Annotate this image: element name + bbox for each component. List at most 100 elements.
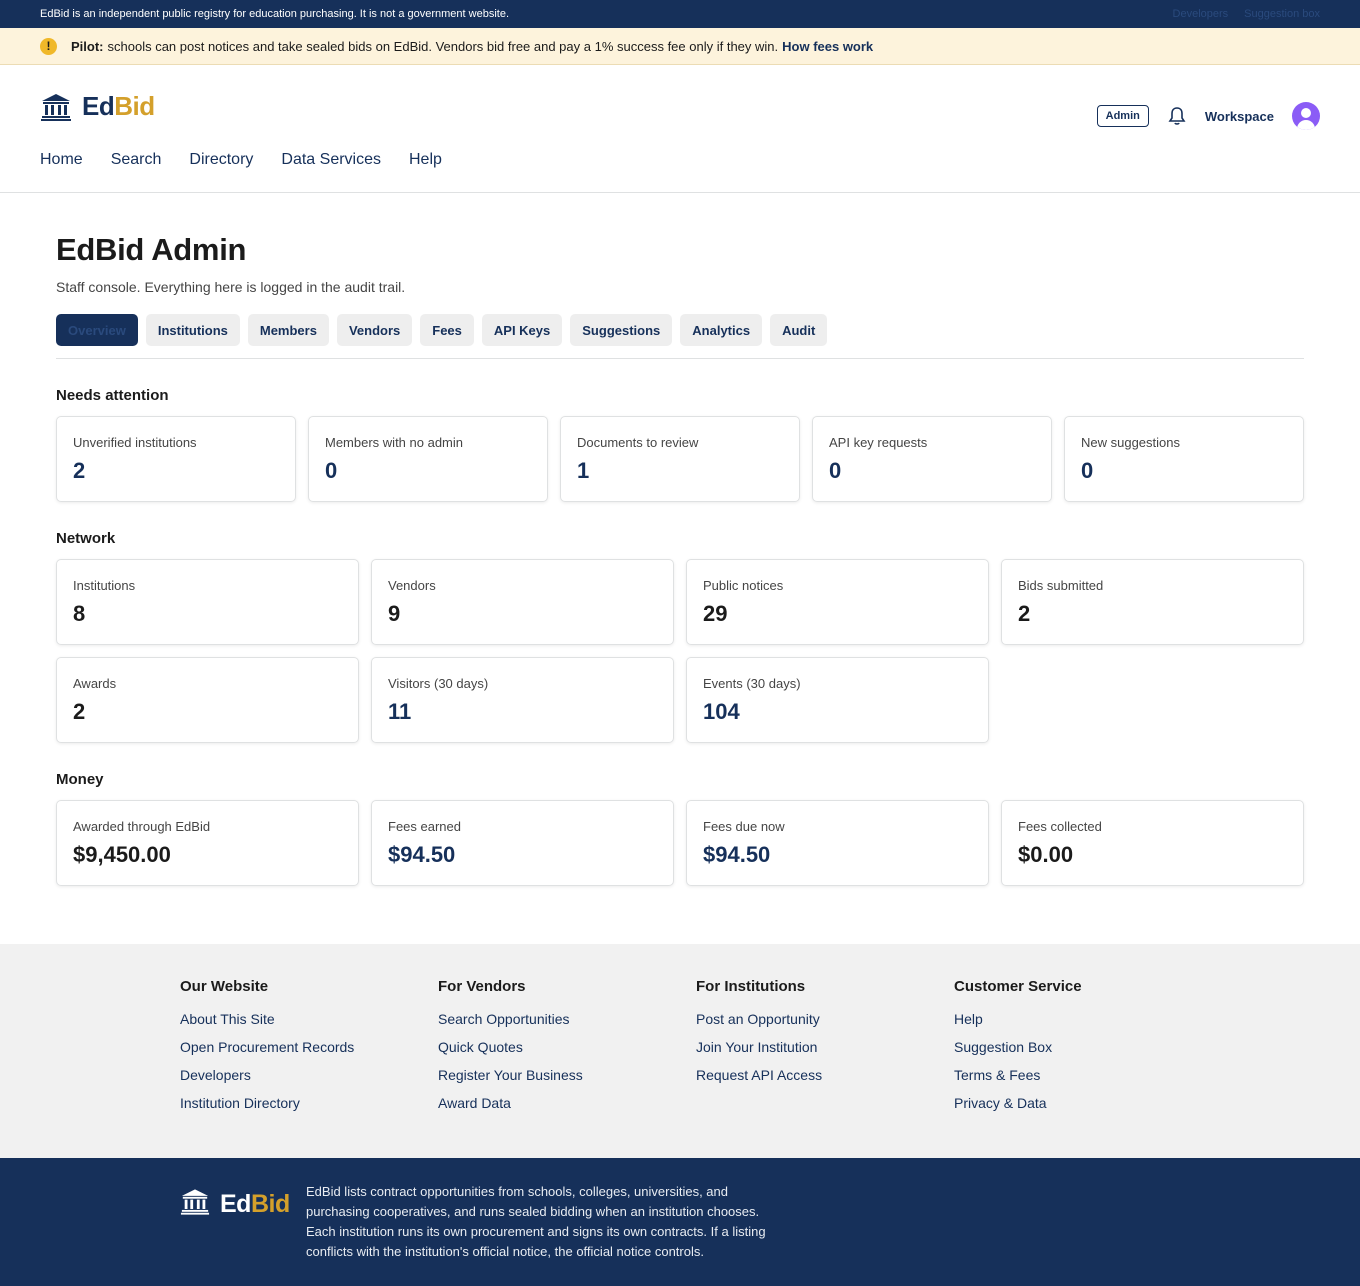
footer-link-suggestion-box[interactable]: Suggestion Box bbox=[954, 1039, 1082, 1055]
footer-link-developers[interactable]: Developers bbox=[180, 1067, 354, 1083]
tab-institutions[interactable]: Institutions bbox=[145, 314, 240, 346]
stat-label: Fees earned bbox=[388, 819, 461, 834]
footer-description: EdBid lists contract opportunities from … bbox=[306, 1184, 766, 1259]
money-cards: Awarded through EdBid $9,450.00 Fees ear… bbox=[56, 800, 1304, 886]
footer-col-our-website: Our Website About This Site Open Procure… bbox=[180, 978, 354, 1123]
footer-brand[interactable]: EdBid bbox=[180, 1188, 290, 1220]
main-nav: Home Search Directory Data Services Help bbox=[40, 151, 442, 169]
stat-label: API key requests bbox=[829, 435, 928, 450]
stat-card-api-key-requests[interactable]: API key requests 0 bbox=[812, 416, 1052, 502]
stat-value: 0 bbox=[829, 458, 842, 483]
footer-col-title: Our Website bbox=[180, 978, 269, 995]
tab-vendors[interactable]: Vendors bbox=[336, 314, 413, 346]
footer-col-for-vendors: For Vendors Search Opportunities Quick Q… bbox=[438, 978, 583, 1123]
stat-value: 11 bbox=[388, 699, 412, 724]
tab-members[interactable]: Members bbox=[247, 314, 329, 346]
stat-label: Public notices bbox=[703, 578, 784, 593]
stat-card-fees-earned[interactable]: Fees earned $94.50 bbox=[371, 800, 674, 886]
nav-search[interactable]: Search bbox=[111, 151, 162, 169]
stat-value: 8 bbox=[73, 601, 86, 626]
tab-audit[interactable]: Audit bbox=[770, 314, 828, 346]
brand-name-bid: Bid bbox=[114, 91, 155, 121]
stat-value: 2 bbox=[1018, 601, 1031, 626]
stat-label: Fees collected bbox=[1018, 819, 1102, 834]
footer-col-title: For Institutions bbox=[696, 978, 806, 995]
tab-overview[interactable]: Overview bbox=[56, 314, 138, 346]
footer-link-about[interactable]: About This Site bbox=[180, 1011, 354, 1027]
admin-main: EdBid Admin Staff console. Everything he… bbox=[0, 232, 1360, 886]
footer-col-for-institutions: For Institutions Post an Opportunity Joi… bbox=[696, 978, 822, 1095]
tab-api-keys[interactable]: API Keys bbox=[481, 314, 563, 346]
stat-card-members-no-admin[interactable]: Members with no admin 0 bbox=[308, 416, 548, 502]
stat-label: Visitors (30 days) bbox=[388, 676, 489, 691]
footer-link-privacy[interactable]: Privacy & Data bbox=[954, 1095, 1082, 1111]
stat-card-awards: Awards 2 bbox=[56, 657, 359, 743]
footer-link-request-api[interactable]: Request API Access bbox=[696, 1067, 822, 1083]
building-icon bbox=[180, 1188, 210, 1220]
page-subtitle: Staff console. Everything here is logged… bbox=[56, 279, 406, 295]
how-fees-work-link[interactable]: How fees work bbox=[782, 39, 873, 54]
stat-label: Documents to review bbox=[577, 435, 699, 450]
footer-link-quick-quotes[interactable]: Quick Quotes bbox=[438, 1039, 583, 1055]
stat-value: 9 bbox=[388, 601, 401, 626]
nav-data-services[interactable]: Data Services bbox=[281, 151, 381, 169]
tab-analytics[interactable]: Analytics bbox=[680, 314, 763, 346]
footer-link-terms-fees[interactable]: Terms & Fees bbox=[954, 1067, 1082, 1083]
pilot-label: Pilot: bbox=[71, 38, 104, 54]
network-heading: Network bbox=[56, 530, 116, 547]
tab-fees[interactable]: Fees bbox=[420, 314, 474, 346]
independent-notice: EdBid is an independent public registry … bbox=[40, 8, 509, 20]
topbar-developers-link[interactable]: Developers bbox=[1173, 8, 1229, 20]
stat-card-fees-due[interactable]: Fees due now $94.50 bbox=[686, 800, 989, 886]
stat-card-new-suggestions[interactable]: New suggestions 0 bbox=[1064, 416, 1304, 502]
topbar-suggestion-link[interactable]: Suggestion box bbox=[1244, 8, 1320, 20]
workspace-link[interactable]: Workspace bbox=[1205, 109, 1274, 124]
footer-link-help[interactable]: Help bbox=[954, 1011, 1082, 1027]
footer-link-search-opportunities[interactable]: Search Opportunities bbox=[438, 1011, 583, 1027]
stat-label: Awarded through EdBid bbox=[73, 819, 211, 834]
footer-link-institution-directory[interactable]: Institution Directory bbox=[180, 1095, 354, 1111]
footer-links: Our Website About This Site Open Procure… bbox=[0, 944, 1360, 1158]
stat-value: 104 bbox=[703, 699, 740, 724]
avatar-head bbox=[1301, 108, 1311, 118]
admin-badge[interactable]: Admin bbox=[1096, 105, 1149, 127]
stat-label: Members with no admin bbox=[325, 435, 463, 450]
stat-card-public-notices: Public notices 29 bbox=[686, 559, 989, 645]
warning-icon: ! bbox=[40, 37, 57, 55]
network-cards: Institutions 8 Vendors 9 Public notices … bbox=[56, 559, 1304, 743]
bell-icon[interactable] bbox=[1167, 106, 1187, 126]
stat-value: 2 bbox=[73, 699, 86, 724]
stat-card-bids-submitted: Bids submitted 2 bbox=[1001, 559, 1304, 645]
stat-card-vendors: Vendors 9 bbox=[371, 559, 674, 645]
money-heading: Money bbox=[56, 771, 104, 788]
needs-attention-heading: Needs attention bbox=[56, 387, 169, 404]
nav-directory[interactable]: Directory bbox=[189, 151, 253, 169]
stat-card-visitors[interactable]: Visitors (30 days) 11 bbox=[371, 657, 674, 743]
avatar[interactable] bbox=[1292, 102, 1320, 130]
nav-help[interactable]: Help bbox=[409, 151, 442, 169]
footer-link-procurement-records[interactable]: Open Procurement Records bbox=[180, 1039, 354, 1055]
header-actions: Admin Workspace bbox=[1096, 102, 1320, 130]
footer-link-post-opportunity[interactable]: Post an Opportunity bbox=[696, 1011, 822, 1027]
footer-link-join-institution[interactable]: Join Your Institution bbox=[696, 1039, 822, 1055]
stat-card-documents-to-review[interactable]: Documents to review 1 bbox=[560, 416, 800, 502]
page-title: EdBid Admin bbox=[56, 232, 247, 267]
brand-logo[interactable]: EdBid bbox=[40, 91, 155, 122]
footer-link-award-data[interactable]: Award Data bbox=[438, 1095, 583, 1111]
admin-tabs: Overview Institutions Members Vendors Fe… bbox=[56, 314, 1304, 359]
stat-card-institutions: Institutions 8 bbox=[56, 559, 359, 645]
footer-col-customer-service: Customer Service Help Suggestion Box Ter… bbox=[954, 978, 1082, 1123]
stat-card-events[interactable]: Events (30 days) 104 bbox=[686, 657, 989, 743]
stat-label: Institutions bbox=[73, 578, 136, 593]
stat-value: $9,450.00 bbox=[73, 842, 171, 867]
stat-label: Fees due now bbox=[703, 819, 785, 834]
stat-label: Events (30 days) bbox=[703, 676, 801, 691]
avatar-body bbox=[1297, 120, 1315, 130]
nav-home[interactable]: Home bbox=[40, 151, 83, 169]
tab-suggestions[interactable]: Suggestions bbox=[570, 314, 673, 346]
needs-attention-cards: Unverified institutions 2 Members with n… bbox=[56, 416, 1304, 502]
stat-value: $94.50 bbox=[388, 842, 456, 867]
footer-link-register-business[interactable]: Register Your Business bbox=[438, 1067, 583, 1083]
stat-value: 1 bbox=[577, 458, 590, 483]
stat-card-unverified-institutions[interactable]: Unverified institutions 2 bbox=[56, 416, 296, 502]
